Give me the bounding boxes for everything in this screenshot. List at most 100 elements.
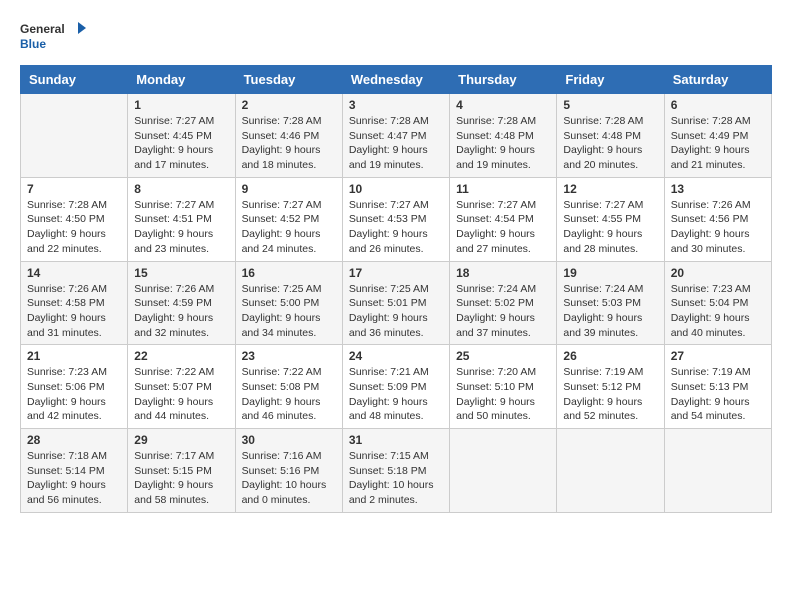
day-number: 20	[671, 266, 765, 280]
day-number: 25	[456, 349, 550, 363]
day-number: 30	[242, 433, 336, 447]
day-content: Sunrise: 7:28 AM Sunset: 4:50 PM Dayligh…	[27, 198, 121, 257]
day-content: Sunrise: 7:24 AM Sunset: 5:03 PM Dayligh…	[563, 282, 657, 341]
calendar-cell: 24Sunrise: 7:21 AM Sunset: 5:09 PM Dayli…	[342, 345, 449, 429]
day-content: Sunrise: 7:27 AM Sunset: 4:53 PM Dayligh…	[349, 198, 443, 257]
calendar-cell: 8 Sunrise: 7:27 AM Sunset: 4:51 PM Daylig…	[128, 177, 235, 261]
calendar-cell	[557, 429, 664, 513]
calendar-cell: 18 Sunrise: 7:24 AM Sunset: 5:02 PM Dayli…	[450, 261, 557, 345]
day-number: 31	[349, 433, 443, 447]
day-content: Sunrise: 7:27 AM Sunset: 4:51 PM Dayligh…	[134, 198, 228, 257]
day-number: 4	[456, 98, 550, 112]
day-content: Sunrise: 7:21 AM Sunset: 5:09 PM Dayligh…	[349, 365, 443, 424]
calendar-week-row: 21 Sunrise: 7:23 AM Sunset: 5:06 PM Dayli…	[21, 345, 772, 429]
day-content: Sunrise: 7:27 AM Sunset: 4:55 PM Dayligh…	[563, 198, 657, 257]
day-content: Sunrise: 7:20 AM Sunset: 5:10 PM Dayligh…	[456, 365, 550, 424]
day-content: Sunrise: 7:17 AM Sunset: 5:15 PM Dayligh…	[134, 449, 228, 508]
day-number: 12	[563, 182, 657, 196]
calendar-cell: 29Sunrise: 7:17 AM Sunset: 5:15 PM Dayli…	[128, 429, 235, 513]
calendar-week-row: 7 Sunrise: 7:28 AM Sunset: 4:50 PM Daylig…	[21, 177, 772, 261]
day-number: 28	[27, 433, 121, 447]
day-number: 14	[27, 266, 121, 280]
calendar-cell: 15Sunrise: 7:26 AM Sunset: 4:59 PM Dayli…	[128, 261, 235, 345]
day-content: Sunrise: 7:27 AM Sunset: 4:45 PM Dayligh…	[134, 114, 228, 173]
calendar-cell: 1Sunrise: 7:27 AM Sunset: 4:45 PM Daylig…	[128, 94, 235, 178]
day-number: 3	[349, 98, 443, 112]
day-content: Sunrise: 7:15 AM Sunset: 5:18 PM Dayligh…	[349, 449, 443, 508]
calendar-cell: 4Sunrise: 7:28 AM Sunset: 4:48 PM Daylig…	[450, 94, 557, 178]
logo-svg: General Blue	[20, 20, 90, 55]
calendar-week-row: 28 Sunrise: 7:18 AM Sunset: 5:14 PM Dayli…	[21, 429, 772, 513]
calendar-cell: 23 Sunrise: 7:22 AM Sunset: 5:08 PM Dayli…	[235, 345, 342, 429]
calendar-cell: 28 Sunrise: 7:18 AM Sunset: 5:14 PM Dayli…	[21, 429, 128, 513]
day-content: Sunrise: 7:26 AM Sunset: 4:58 PM Dayligh…	[27, 282, 121, 341]
day-content: Sunrise: 7:19 AM Sunset: 5:12 PM Dayligh…	[563, 365, 657, 424]
calendar-cell: 13 Sunrise: 7:26 AM Sunset: 4:56 PM Dayli…	[664, 177, 771, 261]
calendar-cell: 11 Sunrise: 7:27 AM Sunset: 4:54 PM Dayli…	[450, 177, 557, 261]
calendar-cell: 7 Sunrise: 7:28 AM Sunset: 4:50 PM Daylig…	[21, 177, 128, 261]
calendar-cell: 30 Sunrise: 7:16 AM Sunset: 5:16 PM Dayli…	[235, 429, 342, 513]
day-content: Sunrise: 7:25 AM Sunset: 5:00 PM Dayligh…	[242, 282, 336, 341]
calendar-cell: 14 Sunrise: 7:26 AM Sunset: 4:58 PM Dayli…	[21, 261, 128, 345]
calendar-cell	[664, 429, 771, 513]
day-number: 8	[134, 182, 228, 196]
day-number: 10	[349, 182, 443, 196]
day-content: Sunrise: 7:16 AM Sunset: 5:16 PM Dayligh…	[242, 449, 336, 508]
calendar-cell: 27Sunrise: 7:19 AM Sunset: 5:13 PM Dayli…	[664, 345, 771, 429]
calendar-table: SundayMondayTuesdayWednesdayThursdayFrid…	[20, 65, 772, 513]
day-number: 2	[242, 98, 336, 112]
header-day-monday: Monday	[128, 66, 235, 94]
day-number: 16	[242, 266, 336, 280]
day-number: 17	[349, 266, 443, 280]
day-content: Sunrise: 7:28 AM Sunset: 4:49 PM Dayligh…	[671, 114, 765, 173]
calendar-cell: 31 Sunrise: 7:15 AM Sunset: 5:18 PM Dayli…	[342, 429, 449, 513]
calendar-cell: 12 Sunrise: 7:27 AM Sunset: 4:55 PM Dayli…	[557, 177, 664, 261]
day-content: Sunrise: 7:26 AM Sunset: 4:59 PM Dayligh…	[134, 282, 228, 341]
header-day-thursday: Thursday	[450, 66, 557, 94]
day-content: Sunrise: 7:26 AM Sunset: 4:56 PM Dayligh…	[671, 198, 765, 257]
day-content: Sunrise: 7:22 AM Sunset: 5:07 PM Dayligh…	[134, 365, 228, 424]
day-number: 18	[456, 266, 550, 280]
header: General Blue	[20, 20, 772, 55]
day-number: 6	[671, 98, 765, 112]
svg-text:Blue: Blue	[20, 37, 46, 51]
day-number: 7	[27, 182, 121, 196]
calendar-cell: 25 Sunrise: 7:20 AM Sunset: 5:10 PM Dayli…	[450, 345, 557, 429]
day-content: Sunrise: 7:27 AM Sunset: 4:54 PM Dayligh…	[456, 198, 550, 257]
day-content: Sunrise: 7:18 AM Sunset: 5:14 PM Dayligh…	[27, 449, 121, 508]
day-content: Sunrise: 7:23 AM Sunset: 5:06 PM Dayligh…	[27, 365, 121, 424]
calendar-cell: 19 Sunrise: 7:24 AM Sunset: 5:03 PM Dayli…	[557, 261, 664, 345]
day-number: 13	[671, 182, 765, 196]
svg-text:General: General	[20, 22, 65, 36]
day-number: 11	[456, 182, 550, 196]
day-content: Sunrise: 7:28 AM Sunset: 4:47 PM Dayligh…	[349, 114, 443, 173]
day-number: 21	[27, 349, 121, 363]
day-number: 26	[563, 349, 657, 363]
header-day-friday: Friday	[557, 66, 664, 94]
day-number: 22	[134, 349, 228, 363]
calendar-cell: 21 Sunrise: 7:23 AM Sunset: 5:06 PM Dayli…	[21, 345, 128, 429]
calendar-cell	[21, 94, 128, 178]
header-day-wednesday: Wednesday	[342, 66, 449, 94]
calendar-cell	[450, 429, 557, 513]
day-number: 27	[671, 349, 765, 363]
calendar-cell: 10 Sunrise: 7:27 AM Sunset: 4:53 PM Dayli…	[342, 177, 449, 261]
calendar-week-row: 14 Sunrise: 7:26 AM Sunset: 4:58 PM Dayli…	[21, 261, 772, 345]
calendar-week-row: 1Sunrise: 7:27 AM Sunset: 4:45 PM Daylig…	[21, 94, 772, 178]
header-day-saturday: Saturday	[664, 66, 771, 94]
day-content: Sunrise: 7:22 AM Sunset: 5:08 PM Dayligh…	[242, 365, 336, 424]
day-number: 9	[242, 182, 336, 196]
calendar-header-row: SundayMondayTuesdayWednesdayThursdayFrid…	[21, 66, 772, 94]
calendar-cell: 9Sunrise: 7:27 AM Sunset: 4:52 PM Daylig…	[235, 177, 342, 261]
calendar-cell: 26 Sunrise: 7:19 AM Sunset: 5:12 PM Dayli…	[557, 345, 664, 429]
calendar-cell: 16 Sunrise: 7:25 AM Sunset: 5:00 PM Dayli…	[235, 261, 342, 345]
calendar-cell: 3 Sunrise: 7:28 AM Sunset: 4:47 PM Daylig…	[342, 94, 449, 178]
calendar-cell: 17 Sunrise: 7:25 AM Sunset: 5:01 PM Dayli…	[342, 261, 449, 345]
day-number: 5	[563, 98, 657, 112]
calendar-cell: 20Sunrise: 7:23 AM Sunset: 5:04 PM Dayli…	[664, 261, 771, 345]
day-number: 23	[242, 349, 336, 363]
logo: General Blue	[20, 20, 90, 55]
day-content: Sunrise: 7:24 AM Sunset: 5:02 PM Dayligh…	[456, 282, 550, 341]
day-content: Sunrise: 7:25 AM Sunset: 5:01 PM Dayligh…	[349, 282, 443, 341]
day-number: 19	[563, 266, 657, 280]
